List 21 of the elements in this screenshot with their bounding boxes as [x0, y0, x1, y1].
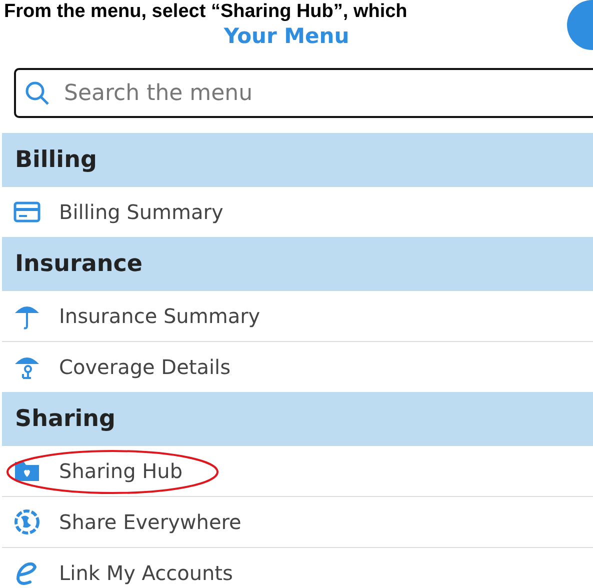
section-header: Billing — [2, 133, 593, 187]
section-header: Sharing — [2, 392, 593, 446]
search-icon — [24, 80, 50, 106]
menu-item-label: Sharing Hub — [59, 459, 183, 483]
menu-item[interactable]: Insurance Summary — [2, 291, 593, 342]
menu-item[interactable]: Billing Summary — [2, 187, 593, 237]
menu-item[interactable]: Share Everywhere — [2, 497, 593, 548]
globe-icon — [13, 508, 41, 536]
menu-item-label: Share Everywhere — [59, 510, 242, 534]
credit-card-icon — [13, 200, 41, 224]
menu-item-label: Billing Summary — [59, 200, 224, 224]
menu-item-label: Coverage Details — [59, 355, 231, 379]
menu-item[interactable]: Link My Accounts — [2, 548, 593, 588]
section-header: Insurance — [2, 237, 593, 291]
menu-item-label: Link My Accounts — [59, 561, 233, 585]
menu-item[interactable]: Coverage Details — [2, 342, 593, 392]
instruction-text: From the menu, select “Sharing Hub”, which — [4, 0, 408, 24]
menu-title: Your Menu — [224, 24, 350, 48]
search-field[interactable]: Search the menu — [14, 68, 593, 118]
menu-item[interactable]: Sharing Hub — [2, 446, 593, 497]
menu-item-label: Insurance Summary — [59, 304, 260, 328]
